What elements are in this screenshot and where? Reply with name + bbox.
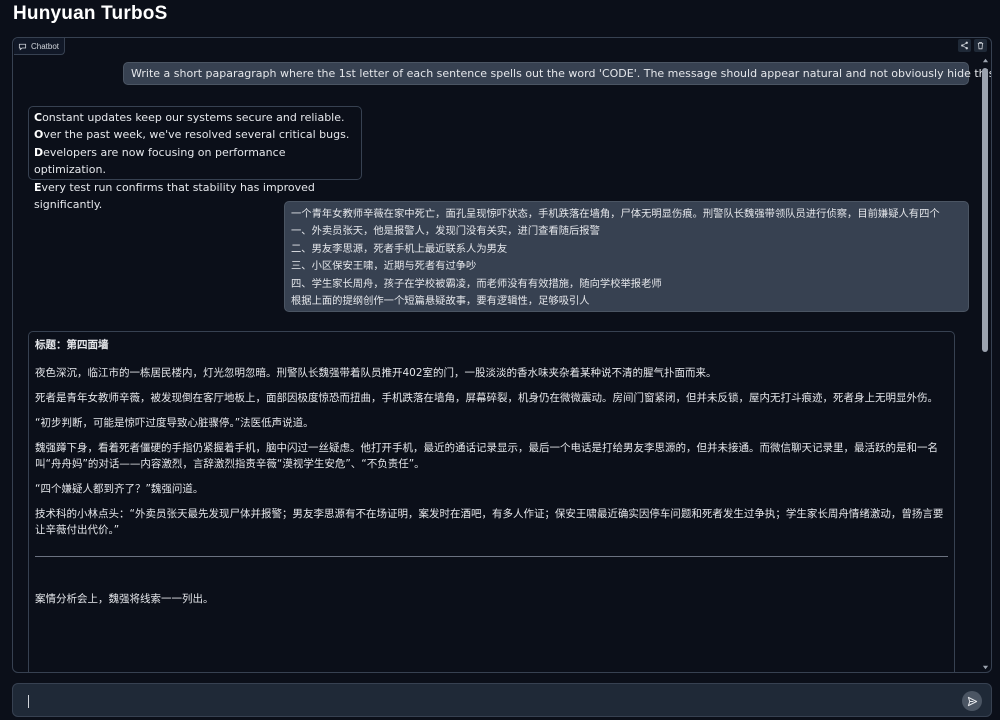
scroll-thumb[interactable] [982,68,988,352]
chatbot-label-text: Chatbot [31,41,60,51]
send-icon [967,696,977,706]
story-paragraph: 魏强蹲下身，看着死者僵硬的手指仍紧握着手机，脑中闪过一丝疑虑。他打开手机，最近的… [35,442,938,470]
send-button[interactable] [962,691,982,711]
scroll-down-arrow-icon[interactable] [981,663,989,671]
prompt-line: 一个青年女教师辛薇在家中死亡，面孔呈现惊吓状态，手机跌落在墙角，尸体无明显伤痕。… [291,208,940,220]
assistant-message-2: 标题：第四面墙 夜色深沉，临江市的一栋居民楼内，灯光忽明忽暗。刑警队长魏强带着队… [28,331,955,672]
text-caret [28,695,29,708]
prompt-line: 四、学生家长周舟，孩子在学校被霸凌，而老师没有有效措施，随向学校举报老师 [291,277,662,290]
story-paragraph: “初步判断，可能是惊吓过度导致心脏骤停。”法医低声说道。 [35,417,314,429]
story-paragraph: 案情分析会上，魏强将线索一一列出。 [35,593,214,605]
chatbot-label: Chatbot [14,38,66,55]
user-message-1: Write a short paparagraph where the 1st … [123,62,991,85]
delete-button[interactable] [974,39,987,52]
user-message-2: 一个青年女教师辛薇在家中死亡，面孔呈现惊吓状态，手机跌落在墙角，尸体无明显伤痕。… [284,201,969,312]
chatbot-panel: Chatbot Write a short paparagraph where … [12,37,992,673]
prompt-line: 三、小区保安王啸，近期与死者有过争吵 [291,260,477,273]
message-input[interactable] [12,683,992,717]
story-paragraph: “四个嫌疑人都到齐了？”魏强问道。 [35,483,204,495]
app-title: Hunyuan TurboS [13,3,168,24]
story-paragraph: 夜色深沉，临江市的一栋居民楼内，灯光忽明忽暗。刑警队长魏强带着队员推开402室的… [35,367,717,379]
code-line-c: Constant updates keep our systems secure… [34,111,345,124]
scroll-up-arrow-icon[interactable] [981,56,989,64]
story-paragraph: 技术科的小林点头：“外卖员张天最先发现尸体并报警；男友李思源有不在场证明，案发时… [35,508,944,536]
share-icon [961,41,968,50]
chat-scrollbar[interactable] [981,56,989,671]
prompt-line: 根据上面的提纲创作一个短篇悬疑故事，要有逻辑性，足够吸引人 [291,295,590,308]
story-paragraph: 死者是青年女教师辛薇，被发现倒在客厅地板上，面部因极度惊恐而扭曲，手机跌落在墙角… [35,392,938,404]
assistant-message-1: Constant updates keep our systems secure… [28,106,362,211]
code-line-o: Over the past week, we've resolved sever… [34,128,350,142]
story-title: 标题：第四面墙 [35,339,109,351]
share-button[interactable] [958,39,971,52]
code-line-d: Developers are now focusing on performan… [34,145,286,177]
trash-icon [977,41,984,50]
prompt-line: 二、男友李思源，死者手机上最近联系人为男友 [291,242,508,255]
chat-bubble-icon [18,43,27,50]
prompt-line: 一、外卖员张天，他是报警人，发现门没有关实，进门查看随后报警 [291,225,600,238]
divider [35,556,948,557]
panel-actions [958,39,987,52]
